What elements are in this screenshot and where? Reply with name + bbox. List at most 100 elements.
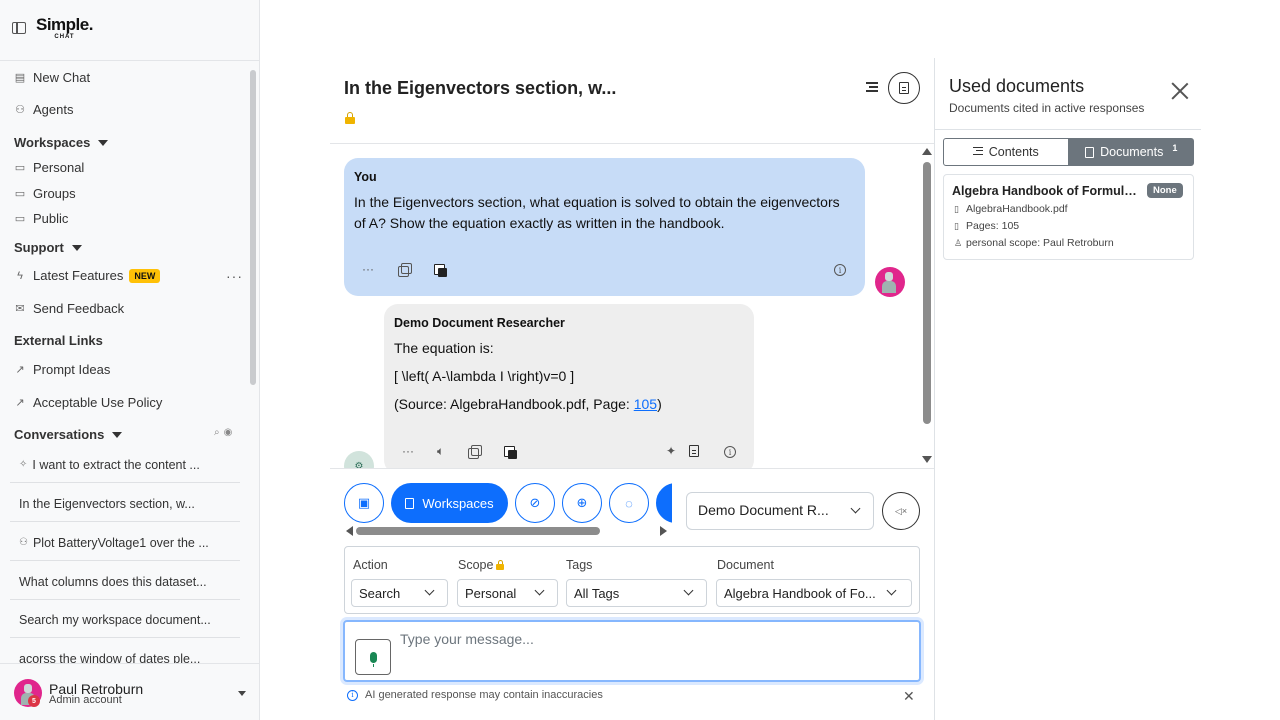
info-icon[interactable]: i (724, 446, 736, 458)
ideas-button[interactable]: ◌ (609, 483, 649, 523)
send-feedback-link[interactable]: ✉ Send Feedback (14, 301, 124, 316)
table-of-contents-icon[interactable] (866, 82, 878, 94)
scope-select[interactable]: Personal (457, 579, 558, 607)
scroll-up-icon[interactable] (922, 148, 932, 155)
caret-down-icon (98, 139, 109, 146)
logo[interactable]: Simple. CHAT (36, 16, 93, 40)
more-options-icon[interactable]: ··· (402, 444, 414, 458)
message-text: In the Eigenvectors section, what equati… (354, 194, 840, 231)
sidebar-item-groups[interactable]: ▭ Groups (14, 186, 76, 201)
search-icon[interactable]: ⌕ (214, 427, 220, 438)
latest-features-label: Latest Features (33, 268, 124, 283)
source-page-link[interactable]: 105 (634, 396, 657, 412)
sidebar-toggle-icon[interactable] (12, 22, 26, 34)
lock-icon (496, 560, 505, 570)
document-card[interactable]: Algebra Handbook of Formulas,... None ▯ … (943, 174, 1194, 260)
prompt-ideas-link[interactable]: ↗ Prompt Ideas (14, 362, 110, 377)
new-chat-button[interactable]: ▤ New Chat (14, 70, 90, 85)
eye-icon[interactable]: ◉ (224, 427, 233, 438)
used-documents-button[interactable] (888, 72, 920, 104)
chevron-down-icon (683, 585, 694, 596)
image-button[interactable]: ▣ (344, 483, 384, 523)
copy-icon[interactable] (398, 263, 412, 277)
scroll-right-icon[interactable] (660, 526, 667, 536)
tool-row-scrollbar[interactable] (344, 525, 670, 537)
source-suffix: ) (657, 396, 662, 412)
voice-input-button[interactable] (355, 639, 391, 675)
tab-label: Contents (988, 145, 1039, 159)
search-filters: Action Search Scope Personal Tags All Ta… (344, 546, 920, 614)
conversation-item[interactable]: ⚇ Plot BatteryVoltage1 over the ... (10, 525, 240, 561)
scope-label-wrap: Scope (458, 558, 505, 572)
document-scope-text: personal scope: Paul Retroburn (966, 237, 1114, 249)
close-icon[interactable]: ✕ (903, 688, 915, 705)
conversation-item[interactable]: In the Eigenvectors section, w... (10, 486, 240, 522)
conversation-title: Plot BatteryVoltage1 over the ... (32, 535, 209, 550)
user-menu[interactable]: 5 Paul Retroburn Admin account (0, 663, 259, 720)
sidebar-item-public[interactable]: ▭ Public (14, 211, 69, 226)
scrollbar-thumb[interactable] (923, 162, 931, 424)
attach-button[interactable]: ⊘ (515, 483, 555, 523)
sidebar-scrollbar[interactable] (250, 70, 256, 385)
list-icon (972, 146, 983, 158)
conversation-item[interactable]: Search my workspace document... (10, 602, 240, 638)
workspaces-button[interactable]: Workspaces (391, 483, 508, 523)
tags-select[interactable]: All Tags (566, 579, 707, 607)
action-select[interactable]: Search (351, 579, 448, 607)
microphone-icon (369, 651, 377, 667)
agent-select-value: Demo Document R... (698, 502, 829, 518)
lightbulb-icon: ◌ (625, 495, 633, 511)
web-search-button[interactable]: ⊕ (562, 483, 602, 523)
more-options-icon[interactable]: ··· (362, 262, 374, 276)
more-options-icon[interactable]: ··· (226, 268, 243, 284)
assistant-message: Demo Document Researcher The equation is… (384, 304, 754, 468)
sparkle-icon[interactable]: ✦ (666, 444, 676, 458)
agent-select[interactable]: Demo Document R... (686, 492, 874, 530)
extra-tool-button[interactable] (656, 483, 672, 523)
document-label: Document (717, 558, 774, 572)
panel-tabs: Contents Documents 1 (943, 138, 1194, 166)
tab-contents[interactable]: Contents (943, 138, 1069, 166)
document-title: Algebra Handbook of Formulas,... (952, 184, 1142, 198)
copy-icon[interactable] (468, 445, 482, 459)
support-header[interactable]: Support (14, 240, 82, 255)
chevron-down-icon (424, 585, 435, 596)
action-value: Search (359, 586, 401, 601)
duplicate-icon[interactable] (504, 446, 517, 459)
conversation-title: What columns does this dataset... (19, 574, 207, 589)
acceptable-use-link[interactable]: ↗ Acceptable Use Policy (14, 395, 162, 410)
duplicate-icon[interactable] (434, 264, 447, 277)
agents-link[interactable]: ⚇ Agents (14, 102, 73, 117)
scroll-left-icon[interactable] (346, 526, 353, 536)
message-list: You In the Eigenvectors section, what eq… (330, 144, 920, 468)
latest-features-link[interactable]: ϟ Latest Features NEW (14, 268, 161, 283)
scroll-down-icon[interactable] (922, 456, 932, 463)
file-icon: ▯ (954, 220, 959, 231)
message-scrollbar[interactable] (921, 144, 933, 468)
chevron-down-icon (534, 585, 545, 596)
document-select[interactable]: Algebra Handbook of Fo... (716, 579, 912, 607)
info-icon[interactable]: i (834, 264, 846, 276)
document-pages: ▯ Pages: 105 (954, 220, 1019, 232)
conversations-header[interactable]: Conversations (14, 427, 123, 442)
speaker-icon[interactable]: 🔈︎ (437, 444, 444, 459)
conversation-item[interactable]: What columns does this dataset... (10, 564, 240, 600)
tool-row: ▣ Workspaces ⊘ ⊕ ◌ (344, 483, 672, 523)
chat-title: In the Eigenvectors section, w... (344, 78, 617, 98)
caret-down-icon (112, 431, 123, 438)
workspaces-header[interactable]: Workspaces (14, 135, 109, 150)
tab-documents[interactable]: Documents 1 (1068, 138, 1194, 166)
sidebar-item-label: Public (33, 211, 69, 226)
scrollbar-thumb[interactable] (356, 527, 600, 535)
sidebar-item-label: Personal (33, 160, 85, 175)
mute-button[interactable]: ◁× (882, 492, 920, 530)
message-input[interactable]: Type your message... (343, 620, 921, 682)
composer-divider (330, 468, 934, 469)
conversation-item[interactable]: ✧ I want to extract the content ... (10, 447, 240, 483)
document-value: Algebra Handbook of Fo... (724, 586, 876, 601)
citation-icon[interactable] (689, 445, 699, 457)
external-links-header-label: External Links (14, 333, 103, 348)
sidebar-item-personal[interactable]: ▭ Personal (14, 160, 85, 175)
close-icon[interactable] (1171, 82, 1189, 100)
external-links-header: External Links (14, 333, 103, 348)
